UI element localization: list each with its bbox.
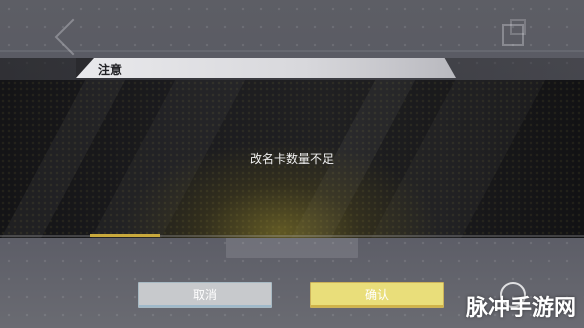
- background-divider: [0, 50, 584, 52]
- dialog-message: 改名卡数量不足: [249, 152, 334, 166]
- cancel-button[interactable]: 取消: [138, 282, 272, 308]
- window-icon: [502, 19, 526, 46]
- dialog-title-tab: [76, 58, 456, 78]
- confirm-button[interactable]: 确认: [310, 282, 444, 308]
- panel-bottom-line: [0, 235, 584, 237]
- watermark-text: 脉冲手游网: [465, 296, 576, 321]
- background-button: [226, 236, 358, 258]
- panel-bottom-accent: [90, 234, 160, 237]
- dialog-title: 注意: [98, 63, 123, 77]
